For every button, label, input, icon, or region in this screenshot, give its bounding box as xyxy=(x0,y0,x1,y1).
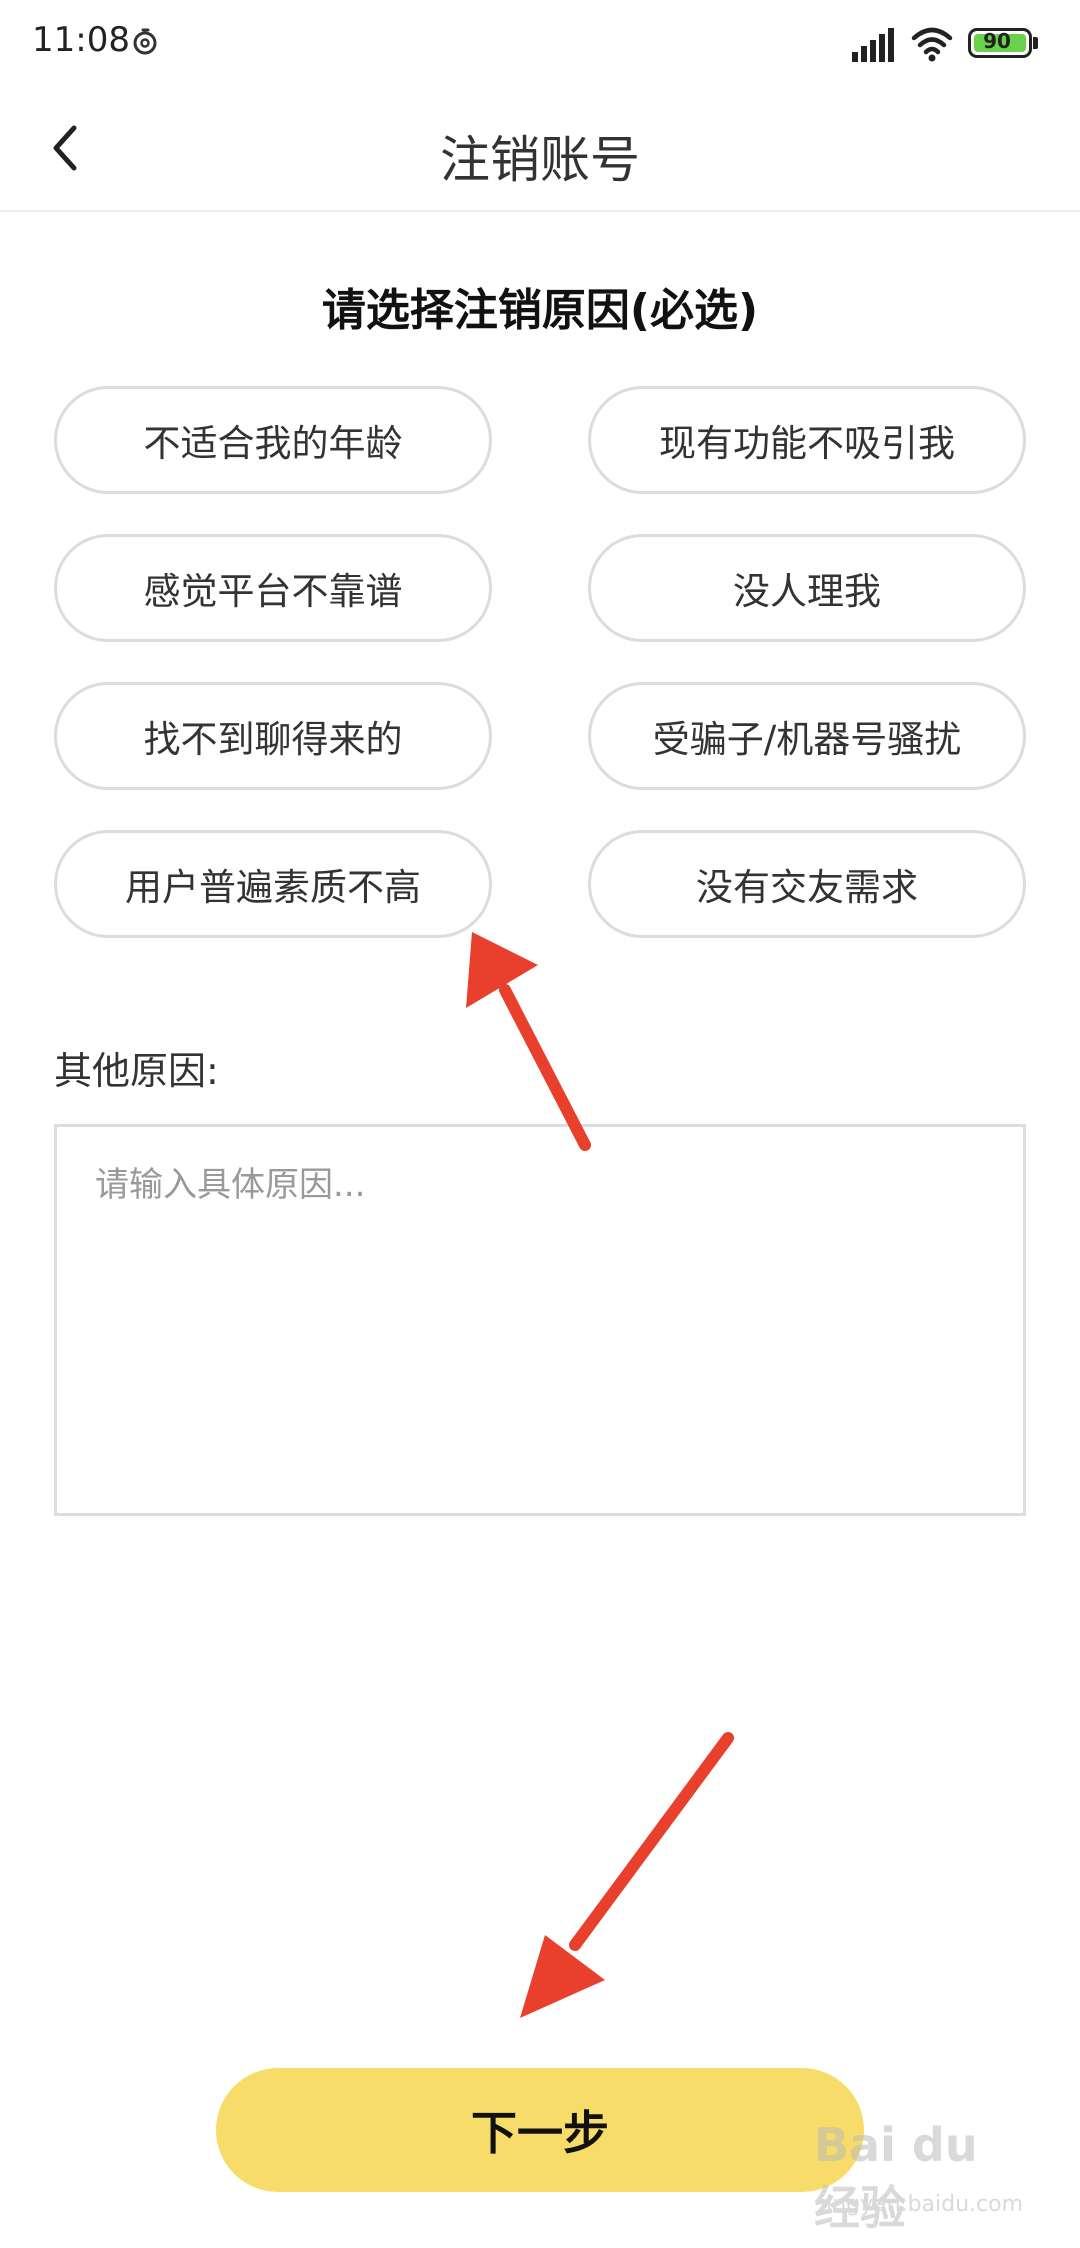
other-reason-label: 其他原因: xyxy=(54,1049,219,1093)
battery-level: 90 xyxy=(983,29,1011,53)
reason-option-no-need[interactable]: 没有交友需求 xyxy=(588,830,1026,938)
annotation-arrow-icon xyxy=(466,932,591,1151)
page-title: 注销账号 xyxy=(440,131,640,189)
app-notification-icon xyxy=(133,28,157,55)
reason-options: 不适合我的年龄 现有功能不吸引我 感觉平台不靠谱 没人理我 找不到聊得来的 受骗… xyxy=(54,386,1026,938)
reason-option-harassment[interactable]: 受骗子/机器号骚扰 xyxy=(588,682,1026,790)
next-step-button[interactable]: 下一步 xyxy=(216,2068,864,2192)
reason-option-no-match[interactable]: 找不到聊得来的 xyxy=(54,682,492,790)
watermark-logo: Bai du 经验 xyxy=(814,2118,978,2235)
status-bar: 11:08 90 xyxy=(0,0,1080,90)
battery-tip xyxy=(1033,37,1038,49)
battery-icon: 90 xyxy=(968,28,1032,58)
watermark: Bai du 经验 jingyan.baidu.com xyxy=(814,2118,1024,2235)
reason-option-features[interactable]: 现有功能不吸引我 xyxy=(588,386,1026,494)
signal-icon xyxy=(852,28,894,62)
reason-option-unreliable[interactable]: 感觉平台不靠谱 xyxy=(54,534,492,642)
reason-section-title: 请选择注销原因(必选) xyxy=(321,285,759,336)
watermark-url: jingyan.baidu.com xyxy=(820,2192,1024,2217)
annotation-arrow-icon xyxy=(520,1732,734,2018)
nav-bar: 注销账号 xyxy=(0,90,1080,212)
wifi-icon xyxy=(911,27,953,62)
other-reason-input[interactable] xyxy=(54,1124,1026,1516)
reason-option-user-quality[interactable]: 用户普遍素质不高 xyxy=(54,830,492,938)
reason-option-ignored[interactable]: 没人理我 xyxy=(588,534,1026,642)
reason-option-age[interactable]: 不适合我的年龄 xyxy=(54,386,492,494)
status-time: 11:08 xyxy=(32,20,130,60)
